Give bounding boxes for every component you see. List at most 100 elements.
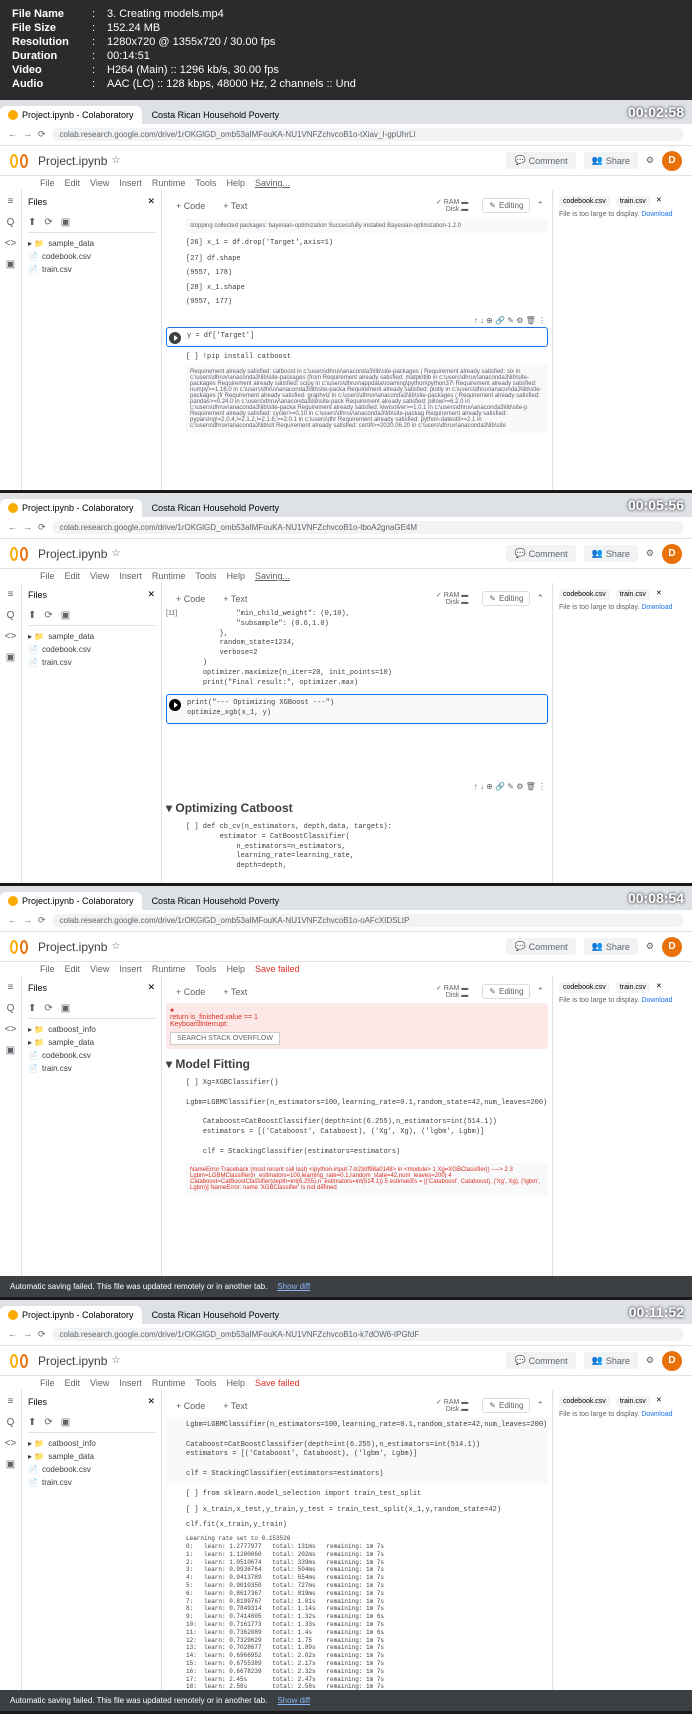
left-rail: ≡ Q <> ▣ [0, 190, 22, 490]
reload-icon[interactable]: ⟳ [38, 129, 46, 140]
menu-edit[interactable]: Edit [65, 178, 81, 188]
video-label: Video [12, 64, 92, 76]
optimizer-code[interactable]: "min_child_weight": (0,10), "subsample":… [186, 610, 548, 688]
optimize-xgb-cell[interactable]: print("--- Optimizing XGBoost ---") opti… [187, 699, 543, 719]
close-panel-icon[interactable]: ✕ [656, 196, 662, 207]
menu-insert[interactable]: Insert [119, 178, 142, 188]
menu-icon[interactable]: ≡ [8, 196, 14, 207]
timestamp-4: 00:11:52 [629, 1304, 684, 1320]
section-catboost: ▾ Optimizing Catboost [166, 801, 548, 815]
tree-train[interactable]: 📄 train.csv [28, 263, 155, 276]
url-input[interactable]: colab.research.google.com/drive/1rOKGlGD… [52, 128, 684, 141]
avatar[interactable]: D [662, 151, 682, 171]
model-fitting-code[interactable]: [ ] Xg=XGBClassifier() Lgbm=LGBMClassifi… [186, 1079, 548, 1157]
pip-cell[interactable]: [ ] !pip install catboost [186, 353, 548, 363]
cell-26[interactable]: [26] x_1 = df.drop('Target',axis=1) [186, 239, 548, 249]
menu-help[interactable]: Help [226, 178, 245, 188]
show-diff-link[interactable]: Show diff [277, 1282, 310, 1291]
share-button[interactable]: 👥Share [584, 152, 638, 169]
rp-tab-codebook[interactable]: codebook.csv [559, 196, 610, 207]
forward-icon[interactable]: → [23, 522, 32, 533]
frame-3: 00:08:54 Project.ipynb - ColaboratoryCos… [0, 886, 692, 1297]
files-label: Files [28, 197, 47, 207]
back-icon[interactable]: ← [8, 522, 17, 533]
close-icon[interactable]: ✕ [147, 196, 155, 207]
tab-colab[interactable]: Project.ipynb - Colaboratory [0, 106, 142, 124]
gear-icon[interactable]: ⚙ [646, 548, 654, 559]
catboost-def[interactable]: [ ] def cb_cv(n_estimators, depth,data, … [186, 823, 548, 872]
stacking-code[interactable]: Lgbm=LGBMClassifier(n_estimators=100,lea… [186, 1421, 544, 1480]
refresh-icon[interactable]: ⟳ [44, 217, 52, 228]
timestamp-1: 00:02:58 [628, 104, 684, 120]
rp-message: File is too large to display. [559, 211, 639, 218]
url-input[interactable]: colab.research.google.com/drive/1rOKGlGD… [52, 521, 684, 534]
tree-codebook[interactable]: 📄 codebook.csv [28, 250, 155, 263]
import-cell[interactable]: [ ] from sklearn.model_selection import … [186, 1490, 548, 1500]
tab-colab[interactable]: Project.ipynb - Colaboratory [0, 499, 142, 517]
search-stackoverflow-button[interactable]: SEARCH STACK OVERFLOW [170, 1032, 280, 1045]
fit-cell[interactable]: clf.fit(x_train,y_train) [186, 1521, 548, 1531]
tab-kaggle[interactable]: Costa Rican Household Poverty [144, 499, 288, 517]
show-diff-link[interactable]: Show diff [277, 1696, 310, 1705]
colab-icon [8, 110, 18, 120]
cell-28-in[interactable]: [28] x_1.shape [186, 284, 548, 294]
right-panel: codebook.csv train.csv ✕ File is too large… [552, 190, 692, 490]
menu-runtime[interactable]: Runtime [152, 178, 186, 188]
error-cell: ● return is_finished.value == 1 Keyboard… [166, 1003, 548, 1049]
audio-value: AAC (LC) :: 128 kbps, 48000 Hz, 2 channe… [107, 78, 356, 90]
save-failed-banner: Automatic saving failed. This file was u… [0, 1276, 692, 1297]
editing-button[interactable]: ✎Editing [482, 198, 530, 213]
duration-value: 00:14:51 [107, 50, 150, 62]
video-value: H264 (Main) :: 1296 kb/s, 30.00 fps [107, 64, 279, 76]
back-icon[interactable]: ← [8, 129, 17, 140]
active-cell[interactable]: y = df['Target'] [166, 327, 548, 347]
expand-icon[interactable]: ⌃ [536, 200, 544, 211]
colab-logo [10, 154, 30, 168]
resolution-label: Resolution [12, 36, 92, 48]
tree-sample-data[interactable]: ▸ 📁 sample_data [28, 237, 155, 250]
file-name-label: File Name [12, 8, 92, 20]
share-button[interactable]: 👥 Share [584, 545, 638, 562]
download-link[interactable]: Download [641, 211, 672, 218]
code-icon[interactable]: <> [5, 238, 17, 249]
running-icon[interactable] [169, 699, 181, 711]
save-failed-banner: Automatic saving failed. This file was u… [0, 1690, 692, 1711]
project-title[interactable]: Project.ipynb [38, 154, 107, 168]
notebook-cells: + Code+ Text ✓ RAM ▬Disk ▬ ✎Editing ⌃ st… [162, 190, 552, 490]
nav-controls: ← → ⟳ [8, 129, 46, 140]
save-failed-status: Save failed [255, 964, 300, 974]
comment-button[interactable]: 💬 Comment [506, 545, 575, 562]
pencil-icon: ✎ [489, 201, 496, 210]
folder-icon[interactable]: ▣ [6, 259, 15, 270]
rp-tab-train[interactable]: train.csv [616, 196, 650, 207]
cell-27-in[interactable]: [27] df.shape [186, 255, 548, 265]
mount-icon[interactable]: ▣ [61, 217, 70, 228]
frame-1: 00:02:58 Project.ipynb - Colaboratory Co… [0, 100, 692, 490]
add-code-button[interactable]: + Code [170, 199, 211, 213]
timestamp-3: 00:08:54 [628, 890, 684, 906]
file-size-value: 152.24 MB [107, 22, 160, 34]
reload-icon[interactable]: ⟳ [38, 522, 46, 533]
cell-27-out: (9557, 178) [186, 269, 548, 279]
menu-view[interactable]: View [90, 178, 109, 188]
split-cell[interactable]: [ ] x_train,x_test,y_train,y_test = trai… [186, 1506, 548, 1516]
comment-button[interactable]: 💬Comment [506, 152, 575, 169]
upload-icon[interactable]: ⬆ [28, 217, 36, 228]
run-icon[interactable] [169, 332, 181, 344]
tab-kaggle[interactable]: Costa Rican Household Poverty [144, 106, 288, 124]
file-name-value: 3. Creating models.mp4 [107, 8, 224, 20]
forward-icon[interactable]: → [23, 129, 32, 140]
files-sidebar: Files ✕ ⬆ ⟳ ▣ ▸ 📁 sample_data 📄 codebook.cs… [22, 190, 162, 490]
colab-topbar: Project.ipynb ☆ 💬Comment 👥Share ⚙ D [0, 146, 692, 176]
ram-disk-indicator[interactable]: ✓ RAM ▬Disk ▬ [436, 198, 468, 213]
search-icon[interactable]: Q [7, 217, 15, 228]
add-text-button[interactable]: + Text [217, 199, 253, 213]
menu-file[interactable]: File [40, 178, 55, 188]
star-icon[interactable]: ☆ [111, 155, 120, 166]
menu-tools[interactable]: Tools [195, 178, 216, 188]
file-size-label: File Size [12, 22, 92, 34]
share-icon: 👥 [592, 155, 603, 166]
gear-icon[interactable]: ⚙ [646, 155, 654, 166]
duration-label: Duration [12, 50, 92, 62]
frame-4: 00:11:52 Project.ipynb - ColaboratoryCos… [0, 1300, 692, 1711]
